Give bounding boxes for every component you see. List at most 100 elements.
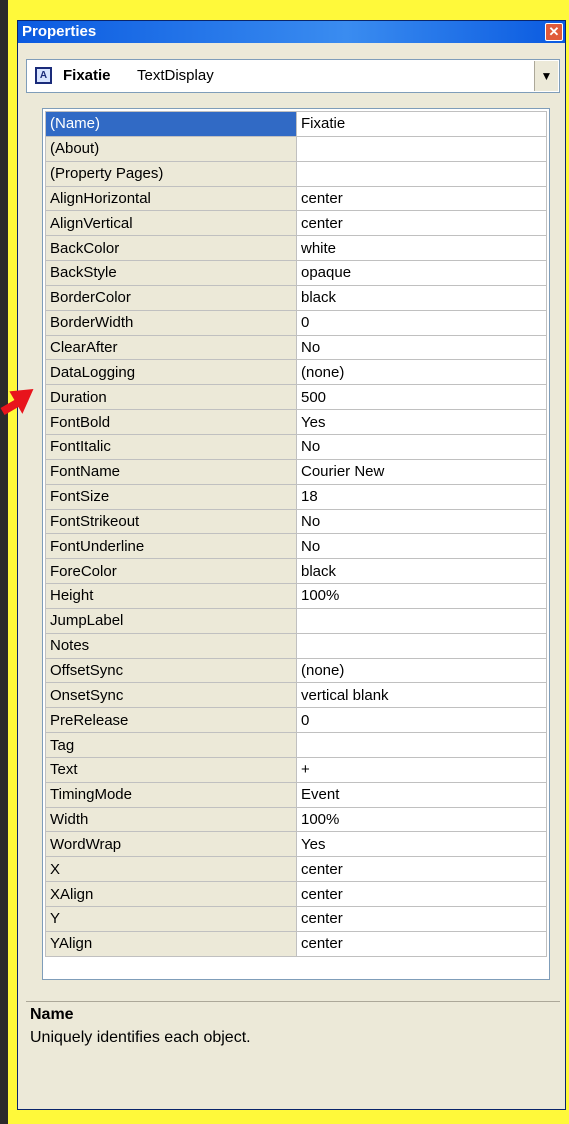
property-row[interactable]: (Property Pages) (45, 160, 547, 187)
property-name[interactable]: AlignVertical (45, 210, 297, 237)
property-value[interactable]: Yes (296, 409, 547, 435)
property-value[interactable]: vertical blank (296, 682, 547, 709)
property-value[interactable]: No (296, 433, 547, 460)
property-row[interactable]: FontUnderline No (45, 533, 547, 560)
property-row[interactable]: XAlign center (45, 881, 547, 907)
property-value[interactable]: white (296, 235, 547, 262)
property-name[interactable]: BorderWidth (45, 309, 297, 336)
property-row[interactable]: Ycenter (45, 906, 547, 932)
property-value[interactable]: center (296, 881, 547, 907)
property-value[interactable]: black (296, 284, 547, 311)
property-name[interactable]: OnsetSync (45, 682, 297, 709)
property-row[interactable]: OffsetSync (none) (45, 657, 547, 684)
property-value[interactable]: (none) (296, 359, 547, 386)
property-row[interactable]: (Name) Fixatie (45, 111, 547, 137)
property-row[interactable]: BackStyle opaque (45, 260, 547, 286)
dropdown-button[interactable]: ▼ (534, 61, 558, 91)
property-name[interactable]: Duration (45, 384, 297, 411)
property-row[interactable]: BorderWidth 0 (45, 309, 547, 336)
property-value[interactable]: No (296, 533, 547, 560)
property-name[interactable]: BackColor (45, 235, 297, 262)
property-row[interactable]: FontSize 18 (45, 483, 547, 510)
property-row[interactable]: Duration 500 (45, 384, 547, 411)
property-value[interactable] (296, 135, 547, 162)
property-name[interactable]: FontItalic (45, 433, 297, 460)
property-value[interactable]: Fixatie (296, 111, 547, 137)
property-name[interactable]: FontSize (45, 483, 297, 510)
property-row[interactable]: ForeColor black (45, 558, 547, 585)
property-name[interactable]: BackStyle (45, 260, 297, 286)
property-value[interactable]: 0 (296, 707, 547, 734)
property-row[interactable]: OnsetSync vertical blank (45, 682, 547, 709)
property-row[interactable]: TimingMode Event (45, 781, 547, 808)
property-value[interactable] (296, 732, 547, 758)
close-button[interactable]: ✕ (545, 23, 563, 41)
property-name[interactable]: FontStrikeout (45, 508, 297, 535)
property-name[interactable]: DataLogging (45, 359, 297, 386)
property-name[interactable]: Y (45, 906, 297, 932)
property-value[interactable]: Event (296, 781, 547, 808)
property-value[interactable]: No (296, 334, 547, 361)
property-value[interactable]: center (296, 210, 547, 237)
property-value[interactable]: center (296, 856, 547, 883)
property-name[interactable]: WordWrap (45, 831, 297, 858)
property-row[interactable]: FontBold Yes (45, 409, 547, 435)
property-value[interactable]: black (296, 558, 547, 585)
property-name[interactable]: BorderColor (45, 284, 297, 311)
property-row[interactable]: BorderColor black (45, 284, 547, 311)
property-value[interactable]: 0 (296, 309, 547, 336)
property-row[interactable]: AlignHorizontal center (45, 185, 547, 212)
property-row[interactable]: FontStrikeout No (45, 508, 547, 535)
property-name[interactable]: TimingMode (45, 781, 297, 808)
property-name[interactable]: YAlign (45, 930, 297, 957)
property-name[interactable]: FontName (45, 458, 297, 485)
property-row[interactable]: Height 100% (45, 583, 547, 609)
property-value[interactable]: 100% (296, 583, 547, 609)
property-name[interactable]: Text (45, 756, 297, 783)
property-row[interactable]: FontItalic No (45, 433, 547, 460)
property-value[interactable] (296, 607, 547, 634)
object-selector[interactable]: A Fixatie TextDisplay ▼ (26, 59, 560, 93)
property-row[interactable]: PreRelease 0 (45, 707, 547, 734)
property-name[interactable]: ForeColor (45, 558, 297, 585)
property-name[interactable]: JumpLabel (45, 607, 297, 634)
property-name[interactable]: Width (45, 806, 297, 833)
property-value[interactable]: center (296, 185, 547, 212)
property-value[interactable]: + (296, 756, 547, 783)
property-name[interactable]: (About) (45, 135, 297, 162)
property-row[interactable]: BackColor white (45, 235, 547, 262)
property-row[interactable]: JumpLabel (45, 607, 547, 634)
property-row[interactable]: AlignVertical center (45, 210, 547, 237)
property-row[interactable]: DataLogging (none) (45, 359, 547, 386)
property-name[interactable]: AlignHorizontal (45, 185, 297, 212)
property-row[interactable]: Tag (45, 732, 547, 758)
property-name[interactable]: OffsetSync (45, 657, 297, 684)
property-name[interactable]: X (45, 856, 297, 883)
property-value[interactable]: center (296, 930, 547, 957)
property-value[interactable]: Courier New (296, 458, 547, 485)
property-row[interactable]: ClearAfter No (45, 334, 547, 361)
property-row[interactable]: Notes (45, 632, 547, 659)
property-value[interactable]: Yes (296, 831, 547, 858)
property-row[interactable]: Width 100% (45, 806, 547, 833)
property-name[interactable]: FontBold (45, 409, 297, 435)
property-value[interactable]: 18 (296, 483, 547, 510)
property-name[interactable]: Notes (45, 632, 297, 659)
property-name[interactable]: Height (45, 583, 297, 609)
property-name[interactable]: (Property Pages) (45, 160, 297, 187)
property-value[interactable]: center (296, 906, 547, 932)
property-name[interactable]: (Name) (45, 111, 297, 137)
property-name[interactable]: FontUnderline (45, 533, 297, 560)
property-value[interactable] (296, 632, 547, 659)
property-value[interactable]: No (296, 508, 547, 535)
property-row[interactable]: Text + (45, 756, 547, 783)
property-name[interactable]: Tag (45, 732, 297, 758)
property-row[interactable]: YAlign center (45, 930, 547, 957)
property-value[interactable]: 100% (296, 806, 547, 833)
property-row[interactable]: WordWrap Yes (45, 831, 547, 858)
property-value[interactable]: 500 (296, 384, 547, 411)
property-name[interactable]: PreRelease (45, 707, 297, 734)
property-name[interactable]: XAlign (45, 881, 297, 907)
property-value[interactable] (296, 160, 547, 187)
property-name[interactable]: ClearAfter (45, 334, 297, 361)
